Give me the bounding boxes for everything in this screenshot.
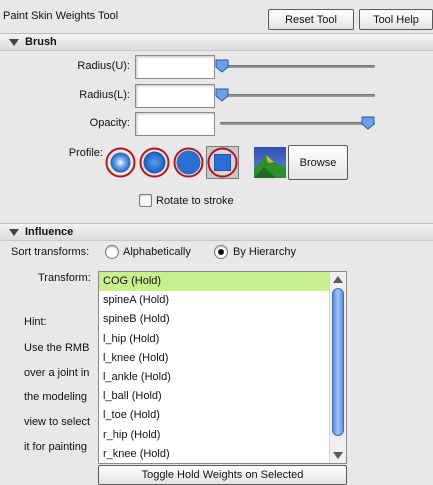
radius-l-slider-thumb-icon[interactable]: [215, 88, 229, 102]
soft-brush-icon[interactable]: [139, 147, 170, 178]
reset-tool-label: Reset Tool: [285, 13, 337, 26]
radius-u-slider-track[interactable]: [220, 65, 375, 68]
browse-button[interactable]: Browse: [288, 145, 348, 180]
gaussian-brush-icon[interactable]: [105, 147, 136, 178]
window-title: Paint Skin Weights Tool: [3, 10, 119, 22]
hint-line: over a joint in: [24, 367, 90, 379]
sort-by-hierarchy-radio[interactable]: [214, 245, 228, 259]
radius-l-field[interactable]: [135, 84, 215, 108]
radius-u-slider-thumb-icon[interactable]: [215, 59, 229, 73]
radius-l-label: Radius(L):: [79, 89, 130, 101]
rotate-to-stroke-label: Rotate to stroke: [156, 195, 234, 207]
sort-alphabetically-label: Alphabetically: [123, 246, 191, 258]
tool-help-label: Tool Help: [373, 13, 419, 26]
list-item[interactable]: spineA (Hold): [99, 291, 329, 310]
opacity-slider-track[interactable]: [220, 122, 375, 125]
hint-line: Use the RMB: [24, 342, 90, 354]
hint-line: the modeling: [24, 391, 87, 403]
solid-brush-icon[interactable]: [173, 147, 204, 178]
list-scrollbar[interactable]: [329, 272, 346, 463]
list-item[interactable]: l_ankle (Hold): [99, 368, 329, 387]
radius-u-field[interactable]: [135, 55, 215, 79]
texture-image-icon[interactable]: [254, 147, 286, 178]
list-item[interactable]: spineB (Hold): [99, 310, 329, 329]
influence-section-header[interactable]: Influence: [0, 223, 433, 241]
scrollbar-thumb[interactable]: [332, 288, 344, 436]
hint-line: it for painting: [24, 441, 87, 453]
profile-label: Profile:: [68, 147, 103, 159]
collapse-triangle-icon: [9, 228, 19, 236]
list-item[interactable]: l_toe (Hold): [99, 406, 329, 425]
scroll-down-arrow-icon[interactable]: [333, 452, 343, 459]
list-item[interactable]: r_hip (Hold): [99, 426, 329, 445]
transform-list[interactable]: COG (Hold) spineA (Hold) spineB (Hold) l…: [98, 271, 347, 464]
transform-label: Transform:: [38, 272, 91, 284]
brush-section-label: Brush: [25, 36, 57, 48]
hint-line: Hint:: [24, 316, 47, 328]
square-brush-icon: [207, 147, 238, 178]
sort-transforms-label: Sort transforms:: [11, 246, 90, 258]
list-item[interactable]: l_knee (Hold): [99, 349, 329, 368]
sort-by-hierarchy-label: By Hierarchy: [233, 246, 296, 258]
hint-line: view to select: [24, 416, 91, 428]
list-item[interactable]: l_ball (Hold): [99, 387, 329, 406]
list-item[interactable]: r_knee (Hold): [99, 445, 329, 463]
list-item[interactable]: l_hip (Hold): [99, 330, 329, 349]
rotate-to-stroke-checkbox[interactable]: [139, 194, 152, 207]
opacity-label: Opacity:: [89, 117, 130, 129]
tool-help-button[interactable]: Tool Help: [359, 9, 433, 30]
brush-section-header[interactable]: Brush: [0, 33, 433, 51]
collapse-triangle-icon: [9, 38, 19, 46]
radio-selected-dot-icon: [218, 249, 224, 255]
sort-alphabetically-radio[interactable]: [105, 245, 119, 259]
reset-tool-button[interactable]: Reset Tool: [268, 9, 354, 30]
scroll-up-arrow-icon[interactable]: [333, 276, 343, 283]
influence-section-label: Influence: [25, 226, 74, 238]
radius-l-slider-track[interactable]: [220, 94, 375, 97]
browse-label: Browse: [299, 156, 337, 169]
selected-profile-highlight[interactable]: [206, 146, 239, 179]
toggle-hold-weights-label: Toggle Hold Weights on Selected: [141, 469, 304, 481]
opacity-field[interactable]: [135, 112, 215, 136]
toggle-hold-weights-button[interactable]: Toggle Hold Weights on Selected: [98, 465, 347, 485]
opacity-slider-thumb-icon[interactable]: [361, 116, 375, 130]
list-item[interactable]: COG (Hold): [99, 272, 329, 292]
radius-u-label: Radius(U):: [77, 60, 130, 72]
